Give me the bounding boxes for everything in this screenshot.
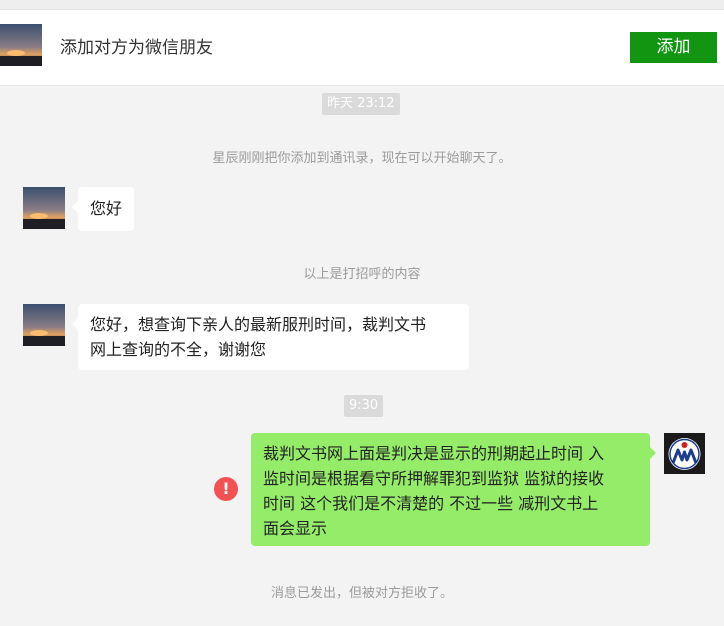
message-bubble-reply[interactable]: 裁判文书网上面是判决是显示的刑期起止时间 入 监时间是根据看守所押解罪犯到监狱 … (251, 433, 656, 546)
add-friend-bar: 添加对方为微信朋友 添加 (0, 10, 724, 86)
exclamation-circle-icon[interactable]: ! (214, 477, 238, 501)
contact-avatar-icon[interactable] (23, 187, 65, 229)
message-text: 您好 (90, 199, 123, 218)
contact-avatar-icon[interactable] (23, 304, 65, 346)
message-text-line: 监时间是根据看守所押解罪犯到监狱 监狱的接收 (263, 469, 605, 488)
message-bubble-inquiry[interactable]: 您好，想查询下亲人的最新服刑时间，裁判文书 网上查询的不全，谢谢您 (72, 304, 469, 370)
message-text-line: 面会显示 (263, 519, 328, 538)
message-text-line: 网上查询的不全，谢谢您 (90, 340, 267, 359)
add-friend-button[interactable]: 添加 (630, 32, 717, 63)
system-added-notice: 星辰刚刚把你添加到通讯录，现在可以开始聊天了。 (212, 151, 512, 166)
logo-avatar-icon[interactable] (664, 433, 705, 474)
message-text-line: 您好，想查询下亲人的最新服刑时间，裁判文书 (90, 315, 427, 334)
timestamp-today: 9:30 (344, 395, 384, 417)
message-text-line: 时间 这个我们是不清楚的 不过一些 减刑文书上 (263, 494, 599, 513)
timestamp-yesterday: 昨天 23:12 (322, 93, 400, 115)
message-text-line: 裁判文书网上面是判决是显示的刑期起止时间 入 (263, 444, 605, 463)
message-bubble-greeting[interactable]: 您好 (71, 187, 135, 231)
add-friend-prompt: 添加对方为微信朋友 (60, 38, 213, 58)
message-rejected-notice: 消息已发出，但被对方拒收了。 (270, 586, 453, 601)
contact-avatar-icon[interactable] (0, 24, 42, 66)
greeting-divider-notice: 以上是打招呼的内容 (303, 267, 421, 282)
window-top-strip (0, 0, 724, 10)
